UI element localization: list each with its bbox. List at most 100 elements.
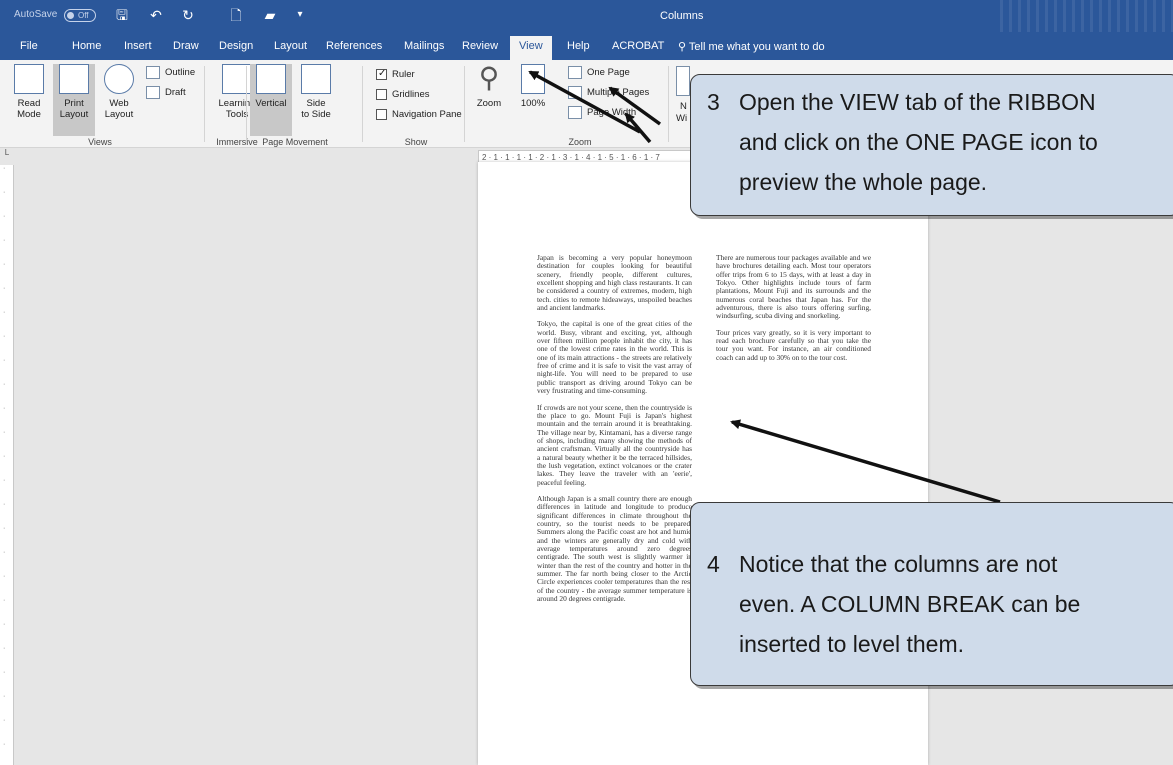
ruler-tick: · <box>3 429 6 436</box>
document-title: Columns <box>660 10 704 22</box>
draft-button[interactable]: Draft <box>146 86 186 102</box>
multiple-pages-icon <box>568 86 582 99</box>
new-document-icon[interactable]: 🗋 <box>226 5 246 25</box>
tab-design[interactable]: Design <box>219 40 253 52</box>
paragraph: Tokyo, the capital is one of the great c… <box>537 319 692 396</box>
ruler-tick: · <box>3 597 6 604</box>
ruler-tick: · <box>3 477 6 484</box>
multiple-pages-label: Multiple Pages <box>587 87 650 99</box>
side-to-side-button[interactable]: Side to Side <box>294 64 338 120</box>
step-number: 3 <box>707 89 720 115</box>
tab-view[interactable]: View <box>510 36 552 60</box>
ruler-tick: · <box>3 381 6 388</box>
one-page-icon <box>568 66 582 79</box>
ruler-tick: · <box>3 717 6 724</box>
vertical-ruler[interactable]: · · · · · · · · · · · · · · · · · · · · · · · · · <box>0 165 14 765</box>
multiple-pages-button[interactable]: Multiple Pages <box>568 86 649 102</box>
document-column-right: There are numerous tour packages availab… <box>716 253 871 370</box>
ruler-tick: · <box>3 285 6 292</box>
zoom-label: Zoom <box>476 98 502 109</box>
tell-me-text: Tell me what you want to do <box>688 41 825 53</box>
step-number: 4 <box>707 551 720 577</box>
tab-help[interactable]: Help <box>567 40 590 52</box>
gridlines-checkbox[interactable]: Gridlines <box>376 88 430 104</box>
zoom-100-button[interactable]: 100% <box>514 64 552 109</box>
vertical-button[interactable]: Vertical <box>250 64 292 136</box>
zoom-100-label: 100% <box>520 98 546 109</box>
gridlines-label: Gridlines <box>392 89 430 100</box>
print-layout-label: Print Layout <box>59 98 89 120</box>
ruler-tick: · <box>3 453 6 460</box>
zoom-button[interactable]: ⚲ Zoom <box>470 64 508 110</box>
callout-line: and click on the ONE PAGE icon to <box>739 129 1098 155</box>
paragraph: Tour prices vary greatly, so it is very … <box>716 327 871 362</box>
title-bar-decoration <box>1000 0 1173 32</box>
paragraph: If crowds are not your scene, then the c… <box>537 402 692 487</box>
ruler-tick: · <box>3 645 6 652</box>
paragraph: Although Japan is a small country there … <box>537 493 692 604</box>
show-group-label: Show <box>404 137 428 147</box>
autosave-label: AutoSave <box>14 9 58 20</box>
ruler-tick: · <box>3 333 6 340</box>
group-divider <box>362 66 363 142</box>
redo-icon[interactable]: ↻ <box>178 5 198 25</box>
zoom-100-icon <box>521 64 545 94</box>
outline-button[interactable]: Outline <box>146 66 195 82</box>
ruler-tick: · <box>3 261 6 268</box>
callout-line: Open the VIEW tab of the RIBBON <box>739 89 1096 115</box>
web-layout-button[interactable]: Web Layout <box>98 64 140 120</box>
page-width-button[interactable]: Page Width <box>568 106 636 122</box>
title-bar: AutoSave Off 🖫 ↶ ↻ 🗋 ▰ ▾ Columns <box>0 0 1173 32</box>
tab-mailings[interactable]: Mailings <box>404 40 444 52</box>
tell-me-search[interactable]: ⚲ Tell me what you want to do <box>678 40 825 53</box>
ruler-tick: · <box>3 501 6 508</box>
new-window-icon[interactable] <box>676 66 690 96</box>
group-divider <box>464 66 465 142</box>
callout-line: preview the whole page. <box>739 169 988 195</box>
navigation-pane-checkbox[interactable]: Navigation Pane <box>376 108 462 124</box>
read-mode-icon <box>14 64 44 94</box>
print-layout-icon <box>59 64 89 94</box>
tab-home[interactable]: Home <box>72 40 101 52</box>
zoom-group-label: Zoom <box>568 137 592 147</box>
open-folder-icon[interactable]: ▰ <box>260 5 280 25</box>
paragraph: Japan is becoming a very popular honeymo… <box>537 253 692 313</box>
ruler-tick: · <box>3 741 6 748</box>
read-mode-label: Read Mode <box>17 98 41 120</box>
lightbulb-icon: ⚲ <box>678 41 689 53</box>
autosave-toggle[interactable]: Off <box>64 9 96 22</box>
tab-layout[interactable]: Layout <box>274 40 307 52</box>
group-divider <box>246 66 247 142</box>
tab-insert[interactable]: Insert <box>124 40 152 52</box>
document-column-left: Japan is becoming a very popular honeymo… <box>537 253 692 611</box>
ruler-checkbox[interactable]: Ruler <box>376 67 415 84</box>
ruler-tick: · <box>3 693 6 700</box>
read-mode-button[interactable]: Read Mode <box>8 64 50 120</box>
page-width-label: Page Width <box>587 107 637 119</box>
tab-review[interactable]: Review <box>462 40 498 52</box>
navigation-pane-label: Navigation Pane <box>392 109 462 120</box>
tab-references[interactable]: References <box>326 40 382 52</box>
tab-draw[interactable]: Draw <box>173 40 199 52</box>
one-page-button[interactable]: One Page <box>568 66 630 82</box>
one-page-label: One Page <box>587 67 630 79</box>
tab-acrobat[interactable]: ACROBAT <box>612 40 664 52</box>
ribbon-tab-row: File Home Insert Draw Design Layout Refe… <box>0 32 1173 60</box>
window-partial-label: Wi <box>676 113 688 124</box>
group-divider <box>204 66 205 142</box>
ruler-tick: · <box>3 525 6 532</box>
ruler-check-icon <box>376 67 387 81</box>
save-icon[interactable]: 🖫 <box>112 5 132 25</box>
views-group-label: Views <box>88 137 112 147</box>
customize-toolbar-icon[interactable]: ▾ <box>290 5 310 25</box>
tab-file[interactable]: File <box>20 40 38 52</box>
web-layout-icon <box>104 64 134 94</box>
undo-icon[interactable]: ↶ <box>146 5 166 25</box>
tab-selector-icon[interactable]: L <box>0 148 14 162</box>
ruler-tick: · <box>3 213 6 220</box>
ruler-tick: · <box>3 573 6 580</box>
print-layout-button[interactable]: Print Layout <box>53 64 95 136</box>
vertical-label: Vertical <box>255 98 287 109</box>
navigation-pane-check-icon <box>376 108 387 120</box>
callout-line: even. A COLUMN BREAK can be <box>739 591 1081 617</box>
